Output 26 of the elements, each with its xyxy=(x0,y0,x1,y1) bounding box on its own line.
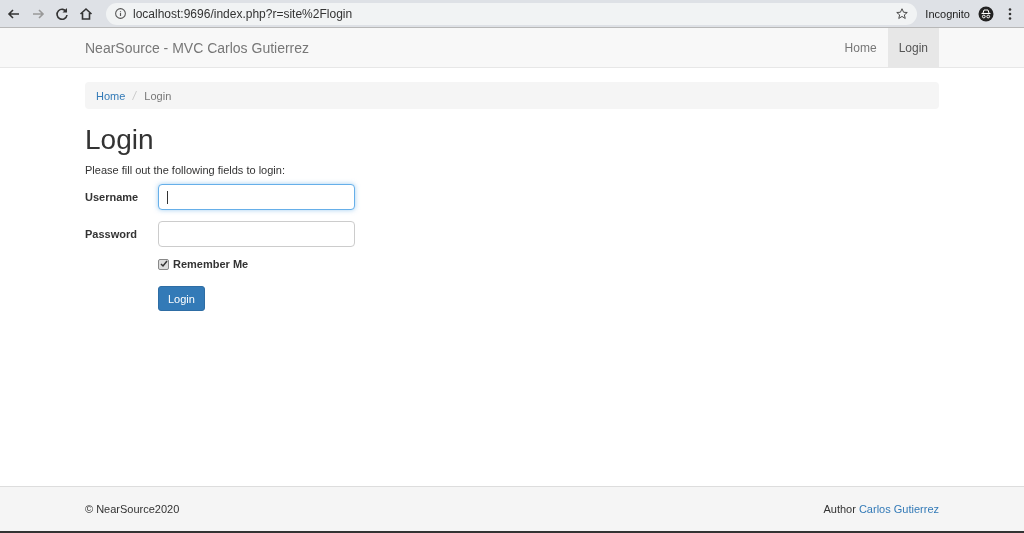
input-field[interactable] xyxy=(158,221,355,247)
breadcrumb-link[interactable]: Home xyxy=(96,89,126,102)
breadcrumb-current: Login xyxy=(144,89,172,102)
nav-link[interactable]: Home xyxy=(833,28,888,67)
checkbox-label: Remember Me xyxy=(173,258,249,270)
profile-label: Incognito xyxy=(925,7,970,20)
copyright-text: © NearSource2020 xyxy=(85,503,180,515)
info-icon xyxy=(114,7,127,20)
page-title: Login xyxy=(85,124,155,156)
field-label: Password xyxy=(85,228,138,240)
author-link[interactable]: Carlos Gutierrez xyxy=(858,503,939,515)
star-icon[interactable] xyxy=(895,6,910,21)
author-text: Author Carlos Gutierrez xyxy=(823,503,939,515)
reload-icon[interactable] xyxy=(54,5,70,22)
address-bar[interactable]: localhost:9696/index.php?r=site%2Flogin xyxy=(106,2,918,25)
url-text: localhost:9696/index.php?r=site%2Flogin xyxy=(133,6,354,21)
brand-link[interactable]: NearSource - MVC Carlos Gutierrez xyxy=(85,39,834,56)
nav-link[interactable]: Login xyxy=(887,28,939,67)
instructions-text: Please fill out the following fields to login: xyxy=(85,164,286,176)
field-label: Username xyxy=(85,191,140,203)
login-button[interactable]: Login xyxy=(158,286,205,311)
home-icon[interactable] xyxy=(78,5,94,22)
incognito-icon[interactable] xyxy=(978,5,994,22)
input-field[interactable] xyxy=(158,184,355,210)
separator-icon xyxy=(132,91,138,100)
remember-checkbox[interactable] xyxy=(158,258,169,270)
